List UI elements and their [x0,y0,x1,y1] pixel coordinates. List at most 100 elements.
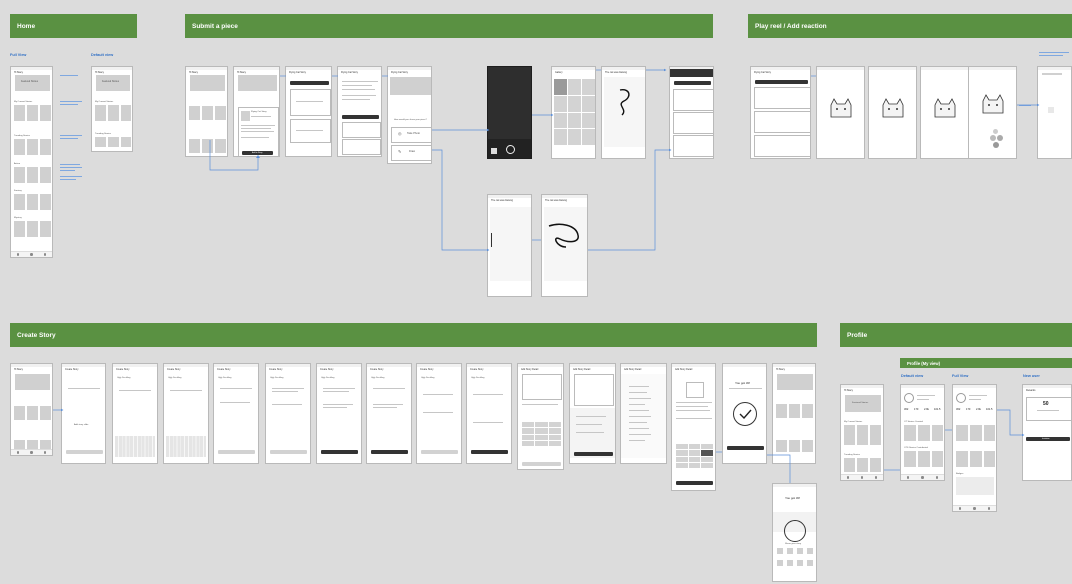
reel-header-button[interactable] [755,80,808,84]
featured-card[interactable] [190,75,225,91]
story-card[interactable] [14,194,25,210]
home-icon[interactable] [16,451,19,454]
next-button[interactable] [574,452,613,456]
bottom-nav[interactable] [953,505,996,511]
featured-card[interactable] [15,75,50,91]
story-card[interactable] [27,139,38,155]
gallery-thumb[interactable] [491,148,497,154]
keyboard[interactable] [115,436,155,457]
story-card[interactable] [14,406,25,420]
story-card[interactable] [40,139,51,155]
story-card[interactable] [27,406,38,420]
story-card[interactable] [108,105,119,121]
story-card[interactable] [121,105,131,121]
next-button[interactable] [471,450,508,454]
share-app[interactable] [787,560,793,566]
story-card[interactable] [870,458,881,472]
reaction-button[interactable] [990,135,996,141]
story-card[interactable] [189,106,200,120]
share-app[interactable] [807,560,813,566]
story-card[interactable] [857,458,868,472]
story-card[interactable] [108,137,119,147]
section-home: Home [10,14,137,38]
story-card[interactable] [215,106,226,120]
story-card[interactable] [40,406,51,420]
bottom-nav[interactable] [11,449,52,455]
phone-genre-list: Add Story Detail [620,363,667,464]
story-card[interactable] [121,137,131,147]
story-card[interactable] [870,425,881,445]
share-app[interactable] [807,548,813,554]
story-card[interactable] [27,221,38,237]
next-button[interactable] [371,450,408,454]
profile-icon[interactable] [43,451,47,454]
add-slide-label: Add story slide [74,424,89,426]
reel-header-button[interactable] [290,81,329,85]
next-button[interactable] [218,450,255,454]
story-card[interactable] [27,167,38,183]
story-card[interactable] [40,194,51,210]
story-card[interactable] [189,139,200,153]
home-icon[interactable] [16,253,19,256]
featured-card[interactable] [96,75,130,91]
bottom-nav[interactable] [901,474,944,480]
plus-icon[interactable] [860,476,864,479]
next-button[interactable] [522,462,561,466]
phone-reel-cat-3 [920,66,969,159]
story-card[interactable] [844,425,855,445]
phone-camera [487,66,532,159]
plus-icon[interactable] [30,451,33,454]
keyboard[interactable] [166,436,206,457]
story-card[interactable] [202,139,213,153]
home-icon[interactable] [846,476,850,479]
share-app[interactable] [797,548,803,554]
story-card[interactable] [40,105,51,121]
story-card[interactable] [27,105,38,121]
share-app[interactable] [787,548,793,554]
home-icon[interactable] [907,476,910,479]
add-button[interactable] [342,115,379,119]
plus-icon[interactable] [921,476,924,479]
story-card[interactable] [844,458,855,472]
story-card[interactable] [857,425,868,445]
reaction-button[interactable] [997,135,1003,141]
home-icon[interactable] [959,507,962,510]
share-button[interactable] [727,446,764,450]
plus-icon[interactable] [973,507,976,510]
next-button[interactable] [321,450,358,454]
share-app[interactable] [777,548,783,554]
featured-card[interactable] [15,374,50,390]
create-title: Create Story [65,367,79,371]
story-card[interactable] [14,167,25,183]
plus-icon[interactable] [30,253,33,256]
phone-create-slide-5: Create Story Ugly Duckling [416,363,462,464]
next-button[interactable] [66,450,103,454]
post-story-button[interactable] [676,481,713,485]
reaction-button[interactable] [993,142,999,148]
bottom-nav[interactable] [11,251,52,257]
story-card[interactable] [14,139,25,155]
reel-header-button[interactable] [674,81,711,85]
story-card[interactable] [40,167,51,183]
next-button[interactable] [270,450,307,454]
story-card[interactable] [215,139,226,153]
phone-create-slide-4: Create Story Ugly Duckling [366,363,412,464]
story-card[interactable] [27,194,38,210]
reaction-button[interactable] [993,129,998,134]
share-app[interactable] [777,560,783,566]
story-card[interactable] [95,105,106,121]
profile-icon[interactable] [987,507,990,510]
phone-photo-sheet: Flying Cat Story How would you share you… [387,66,432,164]
profile-icon[interactable] [935,476,938,479]
profile-icon[interactable] [874,476,878,479]
story-card[interactable] [14,221,25,237]
story-card[interactable] [14,105,25,121]
profile-icon[interactable] [43,253,47,256]
story-card[interactable] [40,221,51,237]
next-button[interactable] [421,450,458,454]
story-card[interactable] [202,106,213,120]
share-app[interactable] [797,560,803,566]
story-card[interactable] [95,137,106,147]
shutter-button[interactable] [506,145,515,154]
bottom-nav[interactable] [841,474,883,480]
